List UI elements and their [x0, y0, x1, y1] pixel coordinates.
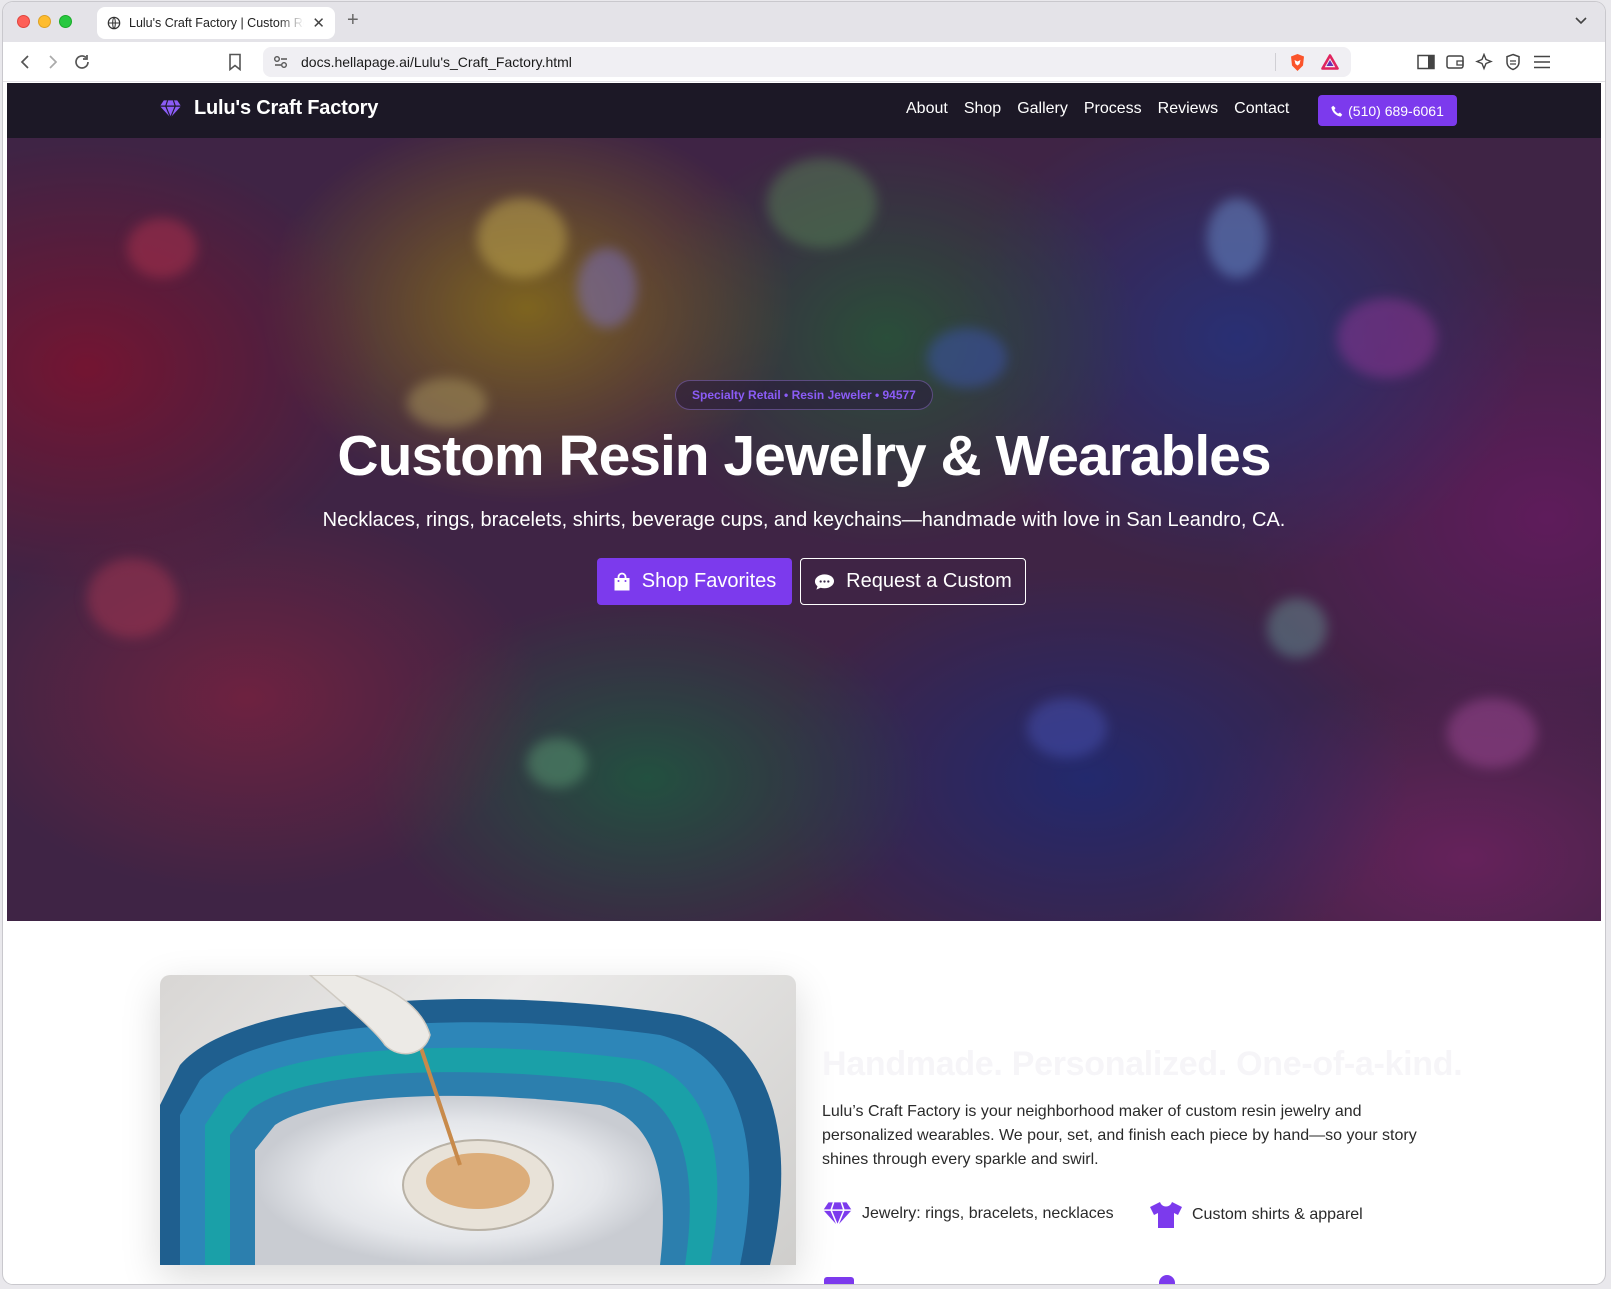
brand-name: Lulu's Craft Factory [194, 97, 379, 119]
nav-link-about[interactable]: About [906, 100, 948, 118]
chevron-down-icon[interactable] [1573, 12, 1589, 28]
leo-ai-icon[interactable] [1474, 52, 1494, 72]
about-heading: Handmade. Personalized. One-of-a-kind. [822, 1045, 1463, 1083]
web-page: Lulu's Craft Factory About Shop Gallery … [7, 83, 1601, 1284]
shopping-bag-icon [614, 572, 630, 590]
category-badge: Specialty Retail • Resin Jeweler • 94577 [675, 380, 933, 410]
resin-art-image [160, 975, 782, 1265]
browser-window: Lulu's Craft Factory | Custom Resin Jewe… [3, 2, 1605, 1284]
resin-pour-photo [160, 975, 796, 1265]
menu-icon[interactable] [1532, 52, 1552, 72]
tab-title: Lulu's Craft Factory | Custom Resin Jewe… [129, 16, 304, 30]
hero-section: Specialty Retail • Resin Jeweler • 94577… [7, 138, 1601, 921]
hero-subtitle: Necklaces, rings, bracelets, shirts, bev… [322, 509, 1286, 531]
divider [1275, 53, 1276, 71]
nav-link-gallery[interactable]: Gallery [1017, 100, 1068, 118]
address-bar[interactable]: docs.hellapage.ai/Lulu's_Craft_Factory.h… [263, 47, 1351, 77]
globe-icon [107, 16, 121, 30]
url-host: docs.hellapage.ai/ [301, 54, 414, 70]
brave-shield-icon[interactable] [1289, 53, 1306, 72]
request-custom-button[interactable]: Request a Custom [800, 558, 1026, 605]
tab-bar: Lulu's Craft Factory | Custom Resin Jewe… [3, 2, 1605, 42]
reload-icon[interactable] [72, 52, 92, 72]
feature-shirts-label: Custom shirts & apparel [1192, 1206, 1363, 1223]
gem-icon [159, 99, 182, 119]
new-tab-button[interactable]: + [347, 10, 359, 30]
about-text: Lulu’s Craft Factory is your neighborhoo… [822, 1103, 1417, 1168]
forward-icon[interactable] [43, 52, 63, 72]
tshirt-icon [1150, 1202, 1182, 1228]
url-path: Lulu's_Craft_Factory.html [413, 54, 572, 70]
sidebar-icon[interactable] [1416, 52, 1436, 72]
vpn-shield-icon[interactable] [1503, 52, 1523, 72]
call-button[interactable]: (510) 689-6061 [1318, 95, 1457, 126]
browser-tab[interactable]: Lulu's Craft Factory | Custom Resin Jewe… [97, 7, 335, 39]
gem-icon [823, 1202, 852, 1227]
wallet-icon[interactable] [1445, 52, 1465, 72]
site-settings-icon[interactable] [273, 55, 289, 69]
feature-jewelry: Jewelry: rings, bracelets, necklaces [822, 1201, 1114, 1227]
rewards-icon[interactable] [1321, 54, 1339, 70]
nav-link-reviews[interactable]: Reviews [1158, 100, 1218, 118]
hero-title: Custom Resin Jewelry & Wearables [337, 424, 1271, 488]
minimize-window-button[interactable] [38, 15, 51, 28]
browser-toolbar: docs.hellapage.ai/Lulu's_Craft_Factory.h… [3, 42, 1605, 82]
shop-favorites-button[interactable]: Shop Favorites [597, 558, 792, 605]
maximize-window-button[interactable] [59, 15, 72, 28]
feature-shirts: Custom shirts & apparel [1149, 1201, 1363, 1229]
shop-favorites-label: Shop Favorites [641, 570, 777, 592]
chat-bubble-icon [815, 573, 835, 590]
nav-link-process[interactable]: Process [1084, 100, 1142, 118]
url-text: docs.hellapage.ai/Lulu's_Craft_Factory.h… [301, 54, 572, 70]
nav-links: About Shop Gallery Process Reviews Conta… [906, 100, 1305, 118]
back-icon[interactable] [15, 52, 35, 72]
request-custom-label: Request a Custom [846, 570, 1012, 592]
site-navbar: Lulu's Craft Factory About Shop Gallery … [7, 83, 1601, 138]
bookmark-icon[interactable] [225, 52, 245, 72]
nav-link-shop[interactable]: Shop [964, 100, 1001, 118]
phone-icon [1331, 105, 1343, 117]
brand-link[interactable]: Lulu's Craft Factory [159, 97, 378, 120]
feature-icon-partial [824, 1277, 854, 1284]
feature-jewelry-label: Jewelry: rings, bracelets, necklaces [862, 1205, 1114, 1222]
phone-number: (510) 689-6061 [1348, 102, 1444, 119]
close-window-button[interactable] [17, 15, 30, 28]
feature-icon-partial [1159, 1275, 1175, 1284]
close-tab-icon[interactable]: ✕ [312, 16, 325, 31]
nav-link-contact[interactable]: Contact [1234, 100, 1289, 118]
